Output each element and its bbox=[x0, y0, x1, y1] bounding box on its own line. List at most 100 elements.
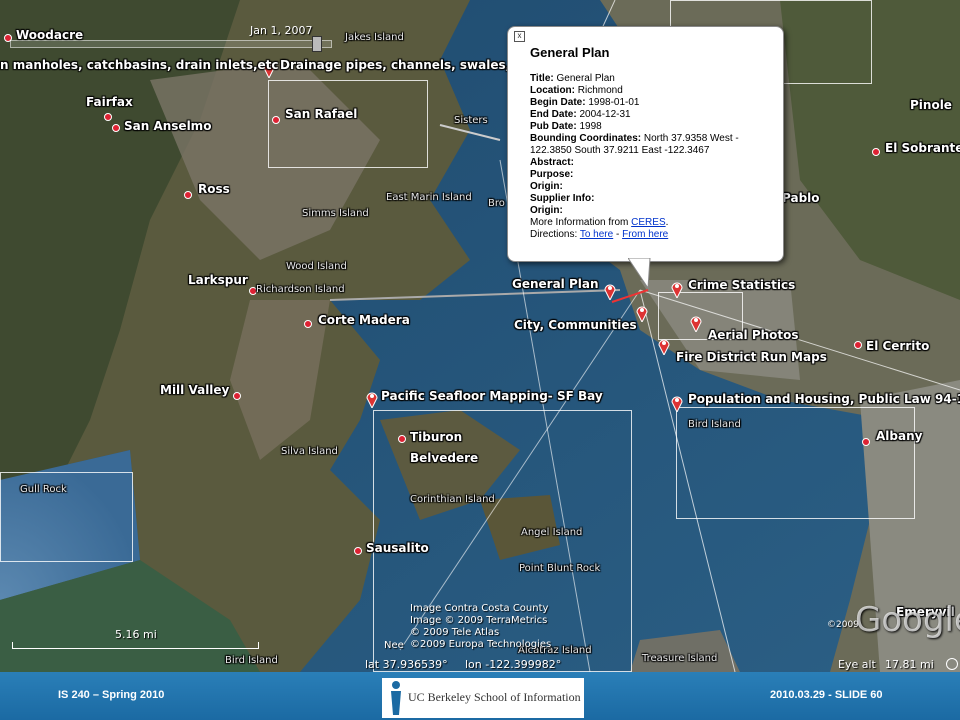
credit-partial: Nee bbox=[384, 640, 404, 651]
satellite-map[interactable]: Jan 1, 2007 Woodacre Fairfax San Anselmo… bbox=[0, 0, 960, 672]
balloon-content: General Plan Title: General Plan Locatio… bbox=[530, 45, 771, 241]
field-key: Location: bbox=[530, 85, 575, 96]
place-label: Larkspur bbox=[188, 273, 248, 287]
layer-pin-icon[interactable] bbox=[636, 304, 648, 322]
field-key: End Date: bbox=[530, 109, 577, 120]
layer-pin-icon[interactable] bbox=[690, 314, 702, 332]
time-slider-date: Jan 1, 2007 bbox=[250, 24, 313, 37]
field-key: Origin: bbox=[530, 205, 563, 216]
close-icon[interactable]: x bbox=[514, 31, 525, 42]
island-label: Bird Island bbox=[688, 419, 741, 430]
info-balloon: x General Plan Title: General Plan Locat… bbox=[507, 26, 784, 262]
eye-alt-value: 17.81 mi bbox=[885, 658, 934, 671]
layer-label-crime[interactable]: Crime Statistics bbox=[688, 278, 795, 292]
place-label: Albany bbox=[876, 429, 923, 443]
to-here-link[interactable]: To here bbox=[580, 229, 613, 240]
imagery-credits: Image Contra Costa County Image © 2009 T… bbox=[410, 603, 551, 651]
ceres-link[interactable]: CERES bbox=[631, 217, 665, 228]
place-marker[interactable] bbox=[304, 320, 312, 328]
scale-bar bbox=[12, 642, 259, 649]
place-label: Mill Valley bbox=[160, 383, 230, 397]
island-label: Angel Island bbox=[521, 527, 583, 538]
place-label: El Sobrante bbox=[885, 141, 960, 155]
place-marker[interactable] bbox=[354, 547, 362, 555]
field-key: Abstract: bbox=[530, 157, 574, 168]
place-marker[interactable] bbox=[862, 438, 870, 446]
field-value: 1998-01-01 bbox=[585, 97, 640, 108]
from-here-link[interactable]: From here bbox=[622, 229, 668, 240]
layer-pin-icon[interactable] bbox=[671, 280, 683, 298]
place-marker[interactable] bbox=[184, 191, 192, 199]
directions-separator: - bbox=[613, 229, 623, 240]
place-label: Corte Madera bbox=[318, 313, 410, 327]
directions-row: Directions: To here - From here bbox=[530, 229, 771, 241]
place-marker[interactable] bbox=[233, 392, 241, 400]
place-label: Sausalito bbox=[366, 541, 429, 555]
credit-line: © 2009 Tele Atlas bbox=[410, 627, 500, 638]
course-label: IS 240 – Spring 2010 bbox=[58, 689, 165, 701]
place-label: Fairfax bbox=[86, 95, 133, 109]
island-label: Gull Rock bbox=[20, 484, 67, 495]
field-key: Origin: bbox=[530, 181, 563, 192]
island-label: Treasure Island bbox=[642, 653, 718, 664]
island-label: Wood Island bbox=[286, 261, 347, 272]
more-info-row: More Information from CERES. bbox=[530, 217, 771, 229]
credit-line: Image Contra Costa County bbox=[410, 603, 549, 614]
island-label: Bird Island bbox=[225, 655, 278, 666]
place-marker[interactable] bbox=[398, 435, 406, 443]
field-row: Origin: bbox=[530, 205, 771, 217]
options-icon[interactable] bbox=[946, 658, 958, 670]
more-info-prefix: More Information from bbox=[530, 217, 632, 228]
place-label: Tiburon bbox=[410, 430, 463, 444]
place-marker[interactable] bbox=[272, 116, 280, 124]
island-label: East Marin Island bbox=[386, 192, 472, 203]
directions-prefix: Directions: bbox=[530, 229, 580, 240]
field-row: Bounding Coordinates: North 37.9358 West… bbox=[530, 133, 771, 157]
place-label: San Anselmo bbox=[124, 119, 212, 133]
layer-label-drainage-pipes[interactable]: Drainage pipes, channels, swales, di bbox=[280, 58, 527, 72]
field-key: Purpose: bbox=[530, 169, 574, 180]
place-marker[interactable] bbox=[4, 34, 12, 42]
place-marker[interactable] bbox=[104, 113, 112, 121]
layer-pin-icon[interactable] bbox=[366, 390, 378, 408]
field-row: Begin Date: 1998-01-01 bbox=[530, 97, 771, 109]
i-school-icon bbox=[391, 681, 401, 715]
time-slider-handle[interactable] bbox=[312, 36, 322, 52]
lat-readout: lat 37.936539° bbox=[365, 658, 448, 671]
place-marker[interactable] bbox=[854, 341, 862, 349]
layer-label-city-communities[interactable]: City, Communities bbox=[514, 318, 637, 332]
layer-pin-icon[interactable] bbox=[671, 394, 683, 412]
place-label: San Rafael bbox=[285, 107, 358, 121]
layer-label-aerial[interactable]: Aerial Photos bbox=[708, 328, 799, 342]
island-label: Point Blunt Rock bbox=[519, 563, 601, 574]
island-label: Sisters bbox=[454, 115, 488, 126]
layer-label-drainage[interactable]: n manholes, catchbasins, drain inlets,et… bbox=[0, 58, 279, 72]
layer-pin-icon[interactable] bbox=[604, 282, 616, 300]
school-logo: UC Berkeley School of Information bbox=[382, 678, 584, 718]
balloon-heading: General Plan bbox=[530, 45, 610, 60]
field-key: Bounding Coordinates: bbox=[530, 133, 642, 144]
layer-label-population[interactable]: Population and Housing, Public Law 94-17 bbox=[688, 392, 960, 406]
field-key: Title: bbox=[530, 73, 554, 84]
island-label: Bro bbox=[488, 198, 505, 209]
field-row: Supplier Info: bbox=[530, 193, 771, 205]
layer-label-fire[interactable]: Fire District Run Maps bbox=[676, 350, 827, 364]
field-key: Supplier Info: bbox=[530, 193, 595, 204]
field-value: General Plan bbox=[553, 73, 615, 84]
google-logo: Google bbox=[855, 600, 960, 640]
layer-label-general-plan[interactable]: General Plan bbox=[512, 277, 599, 291]
more-info-suffix: . bbox=[665, 217, 669, 228]
island-label: Corinthian Island bbox=[410, 494, 495, 505]
layer-pin-icon[interactable] bbox=[658, 337, 670, 355]
field-value: Richmond bbox=[575, 85, 623, 96]
layer-bbox bbox=[268, 80, 428, 168]
layer-label-seafloor[interactable]: Pacific Seafloor Mapping- SF Bay bbox=[381, 389, 603, 403]
place-marker[interactable] bbox=[872, 148, 880, 156]
field-row: Origin: bbox=[530, 181, 771, 193]
lon-readout: lon -122.399982° bbox=[465, 658, 562, 671]
field-row: Purpose: bbox=[530, 169, 771, 181]
field-key: Pub Date: bbox=[530, 121, 577, 132]
island-label: Silva Island bbox=[281, 446, 338, 457]
credit-line: Image © 2009 TerraMetrics bbox=[410, 615, 548, 626]
place-marker[interactable] bbox=[112, 124, 120, 132]
